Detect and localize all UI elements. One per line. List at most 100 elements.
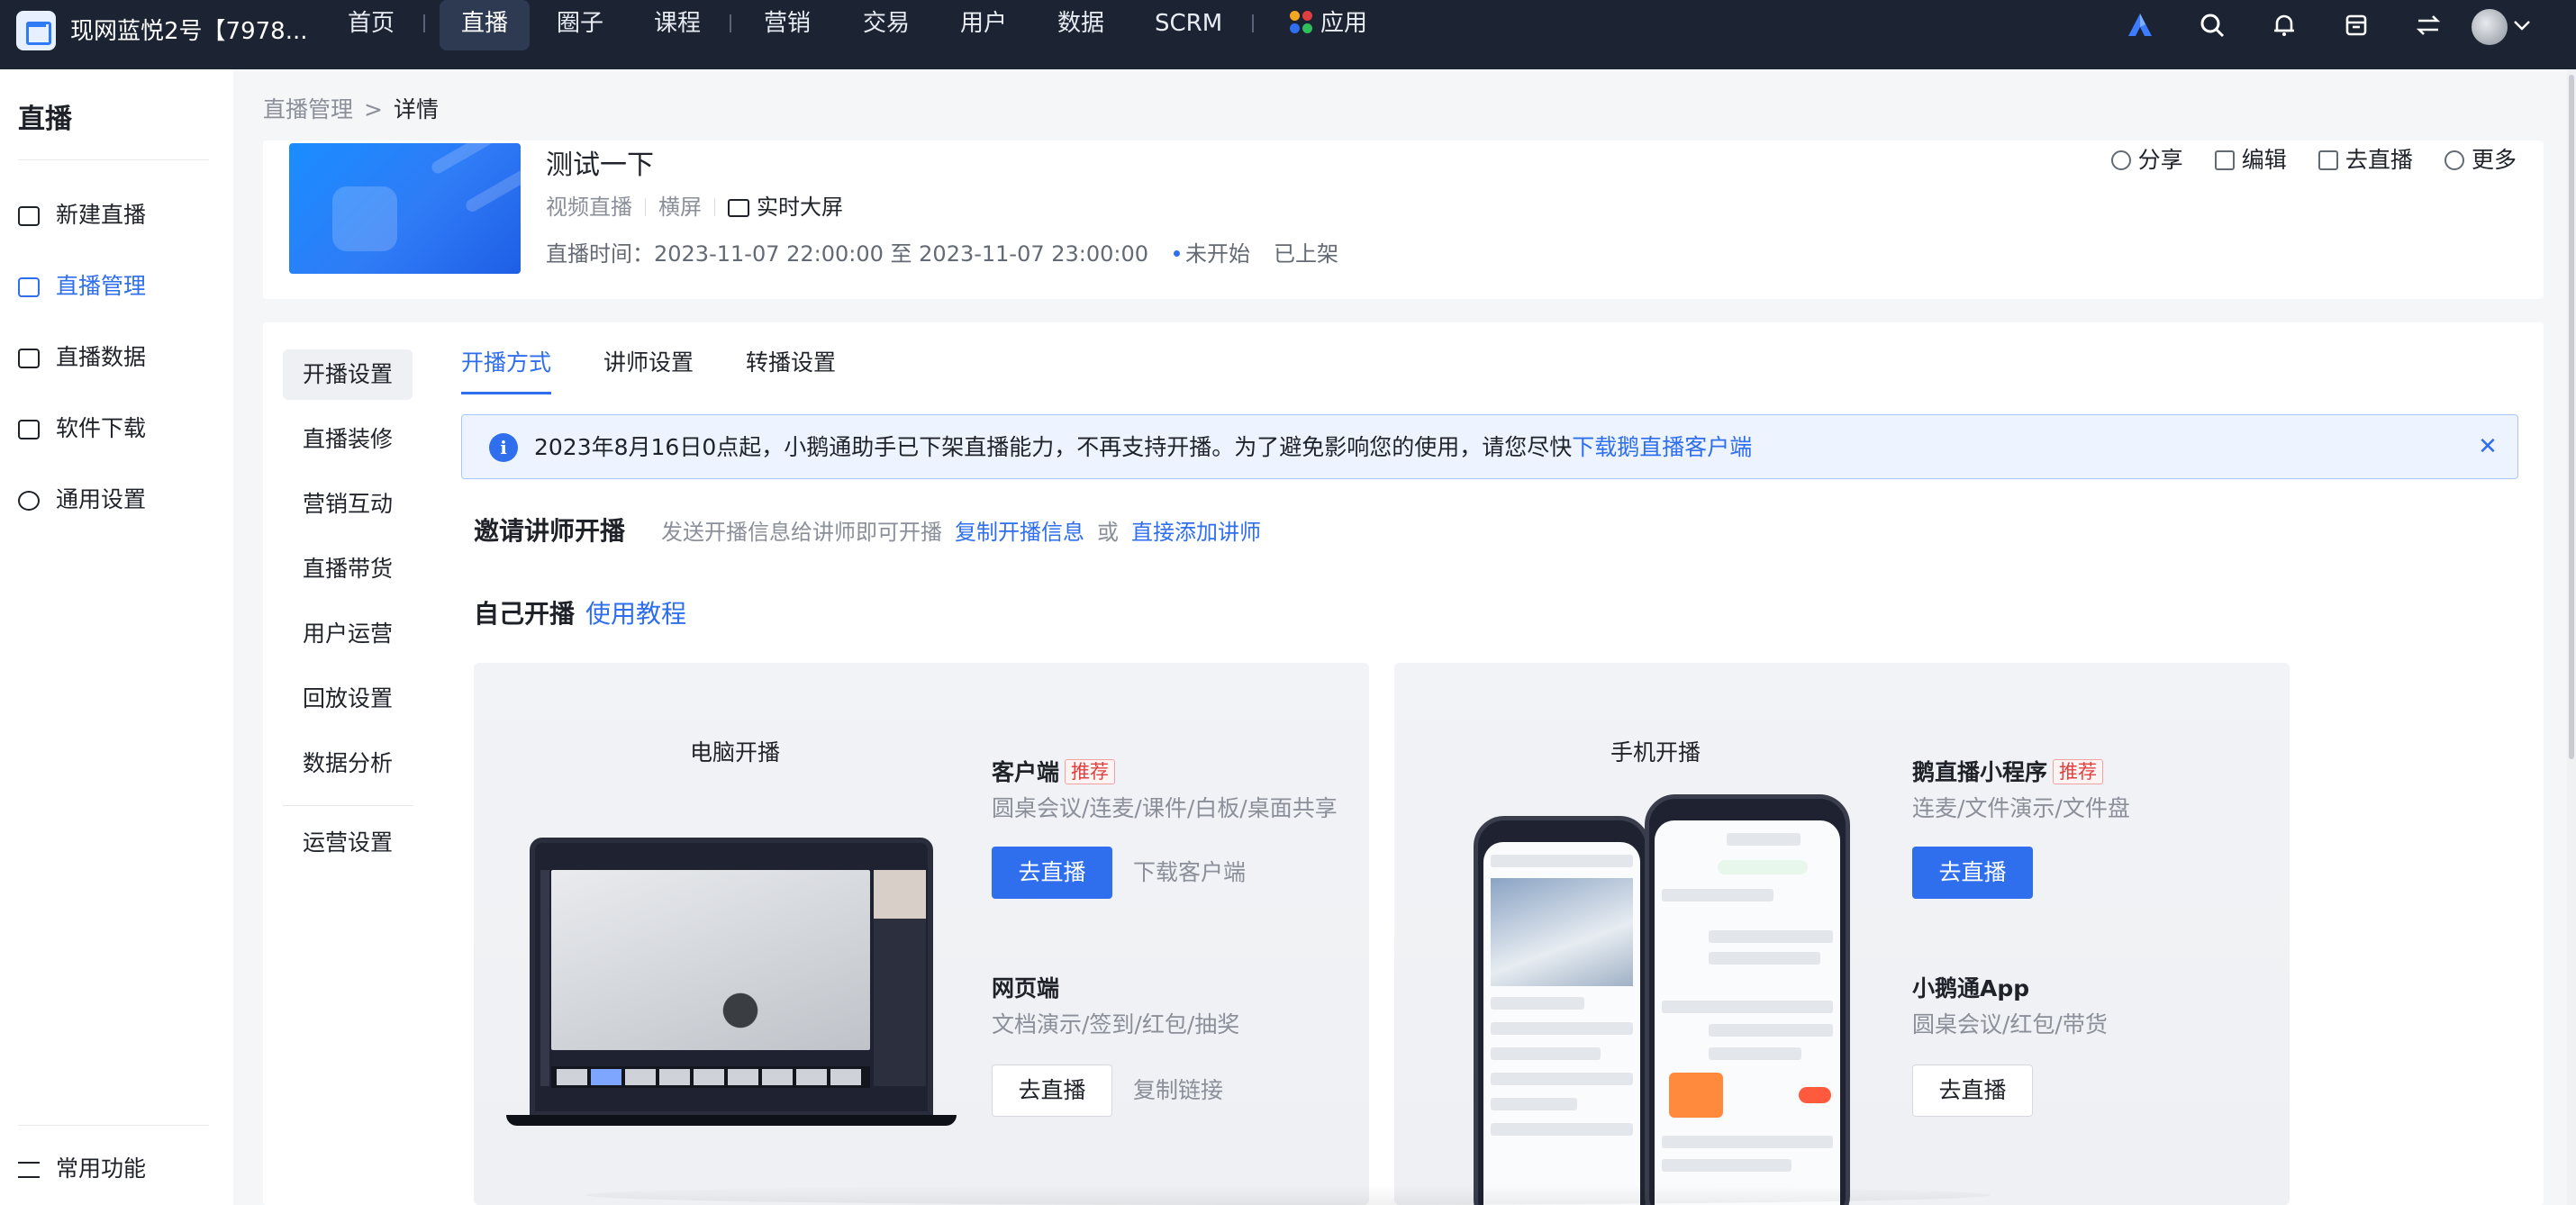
or-text: 或: [1097, 520, 1120, 545]
copy-link-button[interactable]: 复制链接: [1133, 1065, 1223, 1117]
shop-name[interactable]: 现网蓝悦2号【7978...: [70, 9, 308, 54]
app-go-live-button[interactable]: 去直播: [1912, 1065, 2033, 1117]
search-icon[interactable]: [2198, 11, 2227, 40]
status-dot: [1174, 249, 1181, 257]
edit-icon: [2214, 150, 2235, 170]
live-settings-card: 开播设置 直播装修 营销互动 直播带货 用户运营 回放设置 数据分析 运营设置 …: [263, 322, 2544, 1205]
sidebar-item-label: 直播管理: [56, 273, 147, 299]
subnav-selling[interactable]: 直播带货: [283, 544, 413, 594]
subnav-marketing[interactable]: 营销互动: [283, 479, 413, 530]
pc-client-option: 客户端 推荐 圆桌会议/连麦/课件/白板/桌面共享: [992, 757, 1338, 827]
bell-icon[interactable]: [2270, 11, 2299, 40]
nav-apps[interactable]: 应用: [1290, 0, 1367, 50]
subnav-user-ops[interactable]: 用户运营: [283, 609, 413, 659]
share-button[interactable]: 分享: [2110, 144, 2183, 177]
add-lecturer-link[interactable]: 直接添加讲师: [1131, 520, 1261, 545]
nav-data[interactable]: 数据: [1057, 0, 1104, 50]
nav-circle[interactable]: 圈子: [557, 0, 603, 50]
edit-label: 编辑: [2241, 147, 2287, 173]
self-start-title: 自己开播: [474, 599, 576, 629]
subnav-start-settings[interactable]: 开播设置: [283, 349, 413, 400]
invite-title: 邀请讲师开播: [474, 516, 626, 546]
nav-home[interactable]: 首页: [348, 0, 395, 50]
scrollbar[interactable]: [2567, 69, 2576, 1205]
mobile-start-panel: 手机开播 鹅直播小程序 推荐 连麦/文件演示/文件盘 去直播 小鹅通App 圆桌…: [1394, 663, 2290, 1205]
info-icon: i: [489, 433, 518, 462]
live-time-range: 2023-11-07 22:00:00 至 2023-11-07 23:00:0…: [654, 241, 1149, 267]
web-go-live-button[interactable]: 去直播: [992, 1065, 1112, 1117]
bottom-shadow: [585, 1185, 1991, 1205]
sidebar-item-label: 直播数据: [56, 344, 147, 370]
scrollbar-thumb[interactable]: [2569, 75, 2574, 759]
live-orientation: 横屏: [658, 195, 702, 220]
apps-icon: [1290, 11, 1313, 34]
mini-program-name: 鹅直播小程序: [1912, 759, 2048, 785]
client-go-live-button[interactable]: 去直播: [992, 847, 1112, 899]
subnav-replay[interactable]: 回放设置: [283, 674, 413, 724]
live-meta: 视频直播 横屏 实时大屏: [546, 191, 843, 223]
nav-scrm[interactable]: SCRM: [1155, 0, 1222, 50]
live-cover-image[interactable]: [289, 143, 521, 274]
shop-logo-icon[interactable]: [16, 11, 56, 50]
more-label: 更多: [2471, 147, 2517, 173]
sidebar-divider: [18, 1125, 209, 1126]
sidebar-item-label: 新建直播: [56, 202, 147, 228]
live-time-label: 直播时间：: [546, 241, 654, 267]
sidebar: 直播 新建直播 直播管理 直播数据 软件下载 通用设置 常用功能: [0, 69, 233, 1205]
nav-apps-label: 应用: [1320, 10, 1368, 37]
nav-course[interactable]: 课程: [654, 0, 701, 50]
recommend-badge: 推荐: [1065, 759, 1116, 784]
chevron-down-icon[interactable]: [2511, 14, 2533, 36]
download-client-link[interactable]: 下载鹅直播客户端: [1572, 434, 1752, 460]
breadcrumb-parent[interactable]: 直播管理: [263, 96, 353, 122]
subnav-analytics[interactable]: 数据分析: [283, 738, 413, 789]
mobile-panel-title: 手机开播: [1610, 739, 1701, 766]
list-icon: [18, 1162, 40, 1178]
app-option: 小鹅通App 圆桌会议/红包/带货: [1912, 973, 2108, 1043]
share-label: 分享: [2137, 147, 2183, 173]
store-icon[interactable]: [2342, 11, 2371, 40]
close-icon[interactable]: ✕: [2476, 435, 2499, 458]
nav-marketing[interactable]: 营销: [764, 0, 811, 50]
tab-lecturer[interactable]: 讲师设置: [603, 340, 694, 394]
avatar[interactable]: [2472, 9, 2508, 45]
notice-text: 2023年8月16日0点起，小鹅通助手已下架直播能力，不再支持开播。为了避免影响…: [534, 431, 1752, 464]
more-button[interactable]: 更多: [2444, 144, 2517, 177]
nav-separator: [730, 14, 731, 32]
nav-separator: [1252, 14, 1254, 32]
subnav-decoration[interactable]: 直播装修: [283, 414, 413, 465]
nav-live[interactable]: 直播: [440, 0, 531, 50]
live-type: 视频直播: [546, 195, 632, 220]
edit-button[interactable]: 编辑: [2214, 144, 2287, 177]
app-desc: 圆桌会议/红包/带货: [1912, 1011, 2108, 1037]
client-desc: 圆桌会议/连麦/课件/白板/桌面共享: [992, 795, 1338, 821]
pc-start-panel: 电脑开播 客户端 推荐 圆桌会议/连麦/课件/白板/桌面共享 去直播 下载客户端 …: [474, 663, 1369, 1205]
sidebar-item-label: 通用设置: [56, 486, 147, 512]
client-name: 客户端: [992, 759, 1060, 785]
live-time: 直播时间：2023-11-07 22:00:00 至 2023-11-07 23…: [546, 238, 1338, 270]
subnav-operations[interactable]: 运营设置: [283, 818, 413, 868]
app-name: 小鹅通App: [1912, 975, 2030, 1001]
nav-trade[interactable]: 交易: [863, 0, 910, 50]
big-screen-link[interactable]: 实时大屏: [728, 195, 843, 220]
download-client-button[interactable]: 下载客户端: [1133, 847, 1246, 899]
phone-illustration: [1474, 816, 1650, 1205]
laptop-illustration: [506, 838, 957, 1126]
switch-icon[interactable]: [2414, 11, 2443, 40]
monitor-icon: [728, 199, 749, 217]
go-live-button[interactable]: 去直播: [2317, 144, 2413, 177]
copy-info-link[interactable]: 复制开播信息: [955, 520, 1084, 545]
tab-start-method[interactable]: 开播方式: [461, 340, 552, 394]
nav-separator: [423, 14, 425, 32]
tab-relay[interactable]: 转播设置: [746, 340, 836, 394]
brand-a-icon[interactable]: [2126, 11, 2154, 40]
tutorial-link[interactable]: 使用教程: [585, 599, 686, 629]
more-icon: [2444, 150, 2464, 170]
pc-panel-title: 电脑开播: [690, 739, 781, 766]
mini-program-desc: 连麦/文件演示/文件盘: [1912, 795, 2130, 821]
header-actions: 分享 编辑 去直播 更多: [2084, 144, 2517, 177]
nav-users[interactable]: 用户: [960, 0, 1007, 50]
invite-hint: 发送开播信息给讲师即可开播: [661, 520, 943, 545]
live-title: 测试一下: [546, 149, 654, 181]
mini-program-go-live-button[interactable]: 去直播: [1912, 847, 2033, 899]
